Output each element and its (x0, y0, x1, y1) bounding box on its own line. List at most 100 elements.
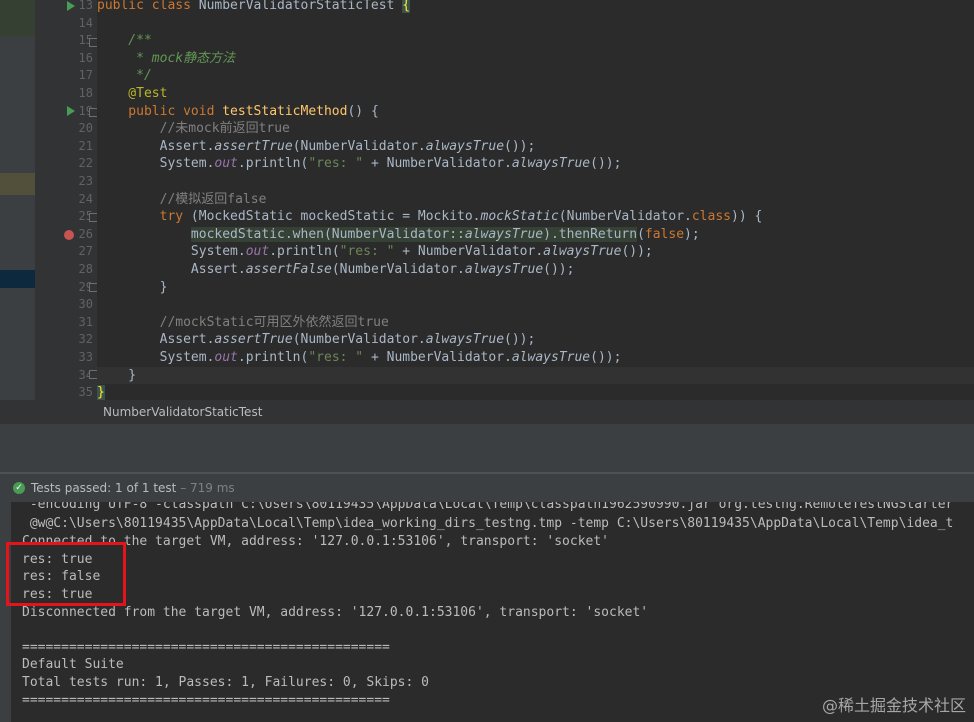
code-token: ()); (621, 244, 653, 260)
code-token: ( (637, 226, 645, 242)
code-token: out (214, 350, 238, 365)
line-number: 14 (78, 15, 93, 30)
status-label: Tests passed: (31, 481, 116, 495)
code-token: alwaysTrue (464, 262, 544, 277)
line-number: 31 (78, 314, 93, 329)
string-literal: "res: " (339, 244, 395, 260)
code-token: System. (97, 156, 215, 172)
doc-comment: */ (97, 68, 152, 84)
watermark: @稀土掘金技术社区 (821, 696, 966, 715)
line-number: 23 (78, 174, 93, 188)
code-token: assertFalse (245, 262, 332, 277)
line-number: 30 (78, 297, 93, 312)
code-token: assertTrue (214, 332, 293, 348)
code-token: class (691, 209, 731, 225)
breakpoint-icon[interactable] (64, 230, 74, 240)
line-comment: //模拟返回false (97, 191, 267, 207)
console-toolbar (0, 502, 11, 722)
code-line-19: public void testStaticMethod() { (97, 103, 974, 121)
check-icon: ✓ (13, 482, 25, 494)
string-literal: "res: " (308, 156, 364, 172)
code-token: )) { (731, 209, 763, 225)
code-token: (NumberValidator. (292, 138, 426, 154)
code-token: alwaysTrue (425, 138, 505, 154)
console-line: -encoding UTF-8 -classpath C:\Users\8011… (22, 502, 954, 512)
code-token: out (245, 244, 270, 260)
breadcrumb[interactable]: NumberValidatorStaticTest (97, 400, 974, 424)
code-line-27: System.out.println("res: " + NumberValid… (97, 243, 974, 261)
console-line: Disconnected from the target VM, address… (22, 605, 649, 620)
code-token: { (402, 0, 411, 13)
code-line-21: Assert.assertTrue(NumberValidator.always… (97, 138, 974, 156)
code-token: System. (97, 350, 215, 365)
code-token: .println( (237, 156, 309, 172)
test-status-bar: ✓ Tests passed: 1 of 1 test – 719 ms (0, 474, 974, 502)
line-number: 32 (78, 332, 93, 347)
breadcrumb-item[interactable]: NumberValidatorStaticTest (103, 405, 262, 419)
code-editor[interactable]: public class NumberValidatorStaticTest {… (97, 0, 974, 401)
code-line-13: public class NumberValidatorStaticTest { (97, 0, 974, 15)
code-token: } (97, 385, 105, 401)
panel-strip-highlight (0, 173, 35, 195)
code-token: assertTrue (214, 138, 293, 154)
code-token: ).thenReturn (543, 226, 638, 242)
code-token: ()); (504, 332, 536, 348)
line-number: 22 (78, 156, 93, 171)
code-token: alwaysTrue (511, 350, 591, 365)
code-line-32: Assert.assertTrue(NumberValidator.always… (97, 331, 974, 349)
code-token: ()); (504, 138, 536, 154)
code-token: (NumberValidator. (292, 332, 426, 348)
line-number: 20 (78, 121, 93, 136)
doc-comment: /** (97, 33, 152, 49)
code-token: ()); (543, 262, 575, 277)
code-line-18: @Test (97, 85, 974, 103)
run-class-icon[interactable] (67, 1, 75, 11)
code-token: alwaysTrue (464, 226, 544, 242)
code-token: ()); (590, 156, 622, 172)
test-status-text: Tests passed: 1 of 1 test – 719 ms (31, 474, 235, 502)
annotation: @Test (97, 86, 168, 101)
console-line: ========================================… (22, 693, 390, 708)
code-line-20: //未mock前返回true (97, 120, 974, 138)
console-line: Total tests run: 1, Passes: 1, Failures:… (22, 675, 429, 690)
editor-gutter[interactable]: 13 14 15 16 17 18 19 20 21 22 23 24 25 2… (35, 0, 98, 400)
code-line-26: mockedStatic.when(NumberValidator::alway… (97, 226, 974, 244)
tool-window-splitter[interactable] (0, 424, 974, 474)
class-name: NumberValidatorStaticTest (198, 0, 403, 13)
code-token: () { (347, 103, 379, 119)
line-number: 16 (78, 50, 93, 65)
panel-strip-top (0, 0, 35, 36)
code-token: Assert. (97, 138, 215, 154)
status-time: – 719 ms (176, 481, 235, 495)
code-token: System. (97, 244, 246, 260)
panel-strip-selection (0, 270, 35, 288)
code-token: mockStatic (480, 209, 559, 225)
line-number: 26 (78, 226, 93, 241)
code-token: public void (97, 103, 223, 119)
code-line-33: System.out.println("res: " + NumberValid… (97, 349, 974, 367)
code-token: .println( (237, 350, 309, 365)
code-token: + NumberValidator. (363, 350, 512, 365)
code-line-34: } (97, 366, 974, 385)
code-token: (NumberValidator. (558, 209, 692, 225)
code-token: ()); (590, 350, 622, 365)
code-token: alwaysTrue (425, 332, 505, 348)
console-line: Default Suite (22, 657, 124, 672)
code-line-29: } (97, 279, 974, 297)
run-test-icon[interactable] (67, 106, 75, 116)
code-line-24: //模拟返回false (97, 191, 974, 209)
doc-comment: * mock静态方法 (97, 50, 236, 66)
line-number: 21 (78, 138, 93, 153)
code-line-16: * mock静态方法 (97, 50, 974, 68)
code-token: try (97, 209, 191, 225)
code-token: } (97, 367, 137, 383)
code-token: false (644, 226, 685, 242)
code-token: (MockedStatic mockedStatic = Mockito. (190, 209, 481, 225)
run-console[interactable]: -encoding UTF-8 -classpath C:\Users\8011… (11, 502, 974, 722)
line-number: 28 (78, 262, 93, 276)
code-token: public class (97, 0, 199, 13)
status-count: 1 (115, 481, 123, 495)
line-number: 24 (78, 191, 93, 206)
code-token: + NumberValidator. (363, 156, 512, 172)
